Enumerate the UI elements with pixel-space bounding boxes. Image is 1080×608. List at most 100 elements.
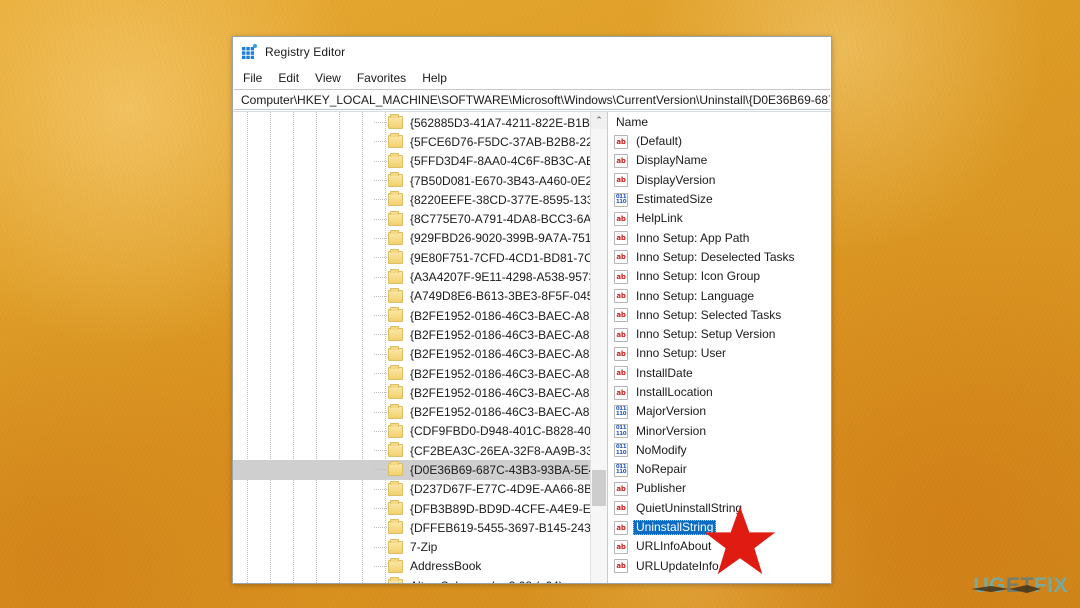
menu-file[interactable]: File [243, 69, 270, 87]
tree-item[interactable]: Altap Salamander 3.08 (x64) [233, 576, 607, 583]
value-row[interactable]: 011 110 MinorVersion [608, 421, 831, 440]
value-row[interactable]: ab DisplayName [608, 151, 831, 170]
tree-item[interactable]: {B2FE1952-0186-46C3-BAEC-A80 [233, 325, 607, 344]
tree-item[interactable]: {B2FE1952-0186-46C3-BAEC-A80 [233, 345, 607, 364]
tree-item[interactable]: {A749D8E6-B613-3BE3-8F5F-0450 [233, 287, 607, 306]
value-row[interactable]: ab (Default) [608, 132, 831, 151]
string-value-icon: ab [614, 173, 628, 188]
menu-favorites[interactable]: Favorites [357, 69, 414, 87]
tree-item[interactable]: {5FCE6D76-F5DC-37AB-B2B8-22/ [233, 132, 607, 151]
registry-values-pane[interactable]: Name ab (Default) ab DisplayName ab DisplayVe… [608, 112, 831, 583]
folder-icon [388, 268, 403, 284]
value-name-label: MajorVersion [636, 404, 707, 419]
menu-edit[interactable]: Edit [278, 69, 307, 87]
tree-connector-line [374, 373, 387, 374]
scroll-up-arrow-icon[interactable]: ⌃ [591, 112, 607, 129]
tree-vertical-scrollbar[interactable]: ⌃ [590, 112, 607, 583]
folder-icon [388, 384, 403, 400]
window-title: Registry Editor [265, 45, 346, 59]
tree-connector-line [374, 469, 387, 471]
tree-item[interactable]: {CF2BEA3C-26EA-32F8-AA9B-33 [233, 441, 607, 460]
watermark-part-g: G [989, 574, 1006, 597]
value-row[interactable]: ab Inno Setup: Language [608, 286, 831, 305]
tree-connector-line [374, 180, 387, 182]
value-row[interactable]: 011 110 EstimatedSize [608, 190, 831, 209]
value-name-label: InstallLocation [636, 385, 713, 399]
value-row[interactable]: 011 110 NoModify [608, 441, 831, 460]
value-row[interactable]: ab Publisher [608, 479, 831, 498]
registry-path-bar[interactable]: Computer\HKEY_LOCAL_MACHINE\SOFTWARE\Mic… [234, 89, 830, 110]
string-value-icon: ab [614, 520, 628, 535]
value-row[interactable]: 011 110 NoRepair [608, 460, 831, 479]
folder-icon [388, 229, 403, 245]
tree-item-label: {5FFD3D4F-8AA0-4C6F-8B3C-AB [410, 154, 595, 169]
value-row[interactable]: 011 110 MajorVersion [608, 402, 831, 421]
folder-icon [388, 480, 403, 496]
value-row[interactable]: ab QuietUninstallString [608, 499, 831, 518]
value-row[interactable]: ab Inno Setup: Selected Tasks [608, 306, 831, 325]
tree-item[interactable]: {8220EEFE-38CD-377E-8595-1339 [233, 190, 607, 209]
registry-editor-window: Registry Editor File Edit View Favorites… [232, 36, 832, 584]
tree-connector-line [374, 411, 387, 413]
value-row[interactable]: ab Inno Setup: Setup Version [608, 325, 831, 344]
string-value-icon: ab [614, 231, 628, 246]
scrollbar-thumb[interactable] [592, 470, 606, 506]
value-row[interactable]: ab Inno Setup: App Path [608, 228, 831, 247]
tree-item[interactable]: {D0E36B69-687C-43B3-93BA-5E4 [233, 460, 607, 480]
tree-connector-line [374, 122, 387, 124]
tree-item[interactable]: {B2FE1952-0186-46C3-BAEC-A80 [233, 402, 607, 421]
folder-icon [388, 152, 403, 168]
tree-connector-line [374, 141, 387, 143]
value-row[interactable]: ab URLUpdateInfo [608, 557, 831, 576]
tree-item[interactable]: AddressBook [233, 557, 607, 576]
value-row[interactable]: ab InstallLocation [608, 383, 831, 402]
tree-item[interactable]: {A3A4207F-9E11-4298-A538-9573 [233, 267, 607, 286]
tree-item[interactable]: {B2FE1952-0186-46C3-BAEC-A80 [233, 306, 607, 325]
value-row[interactable]: ab UninstallString [608, 518, 831, 537]
tree-connector-line [374, 430, 387, 432]
values-column-header[interactable]: Name [608, 112, 831, 132]
watermark-part-t: T [1020, 574, 1034, 597]
tree-item[interactable]: {CDF9FBD0-D948-401C-B828-40[ [233, 422, 607, 441]
value-row[interactable]: ab Inno Setup: Icon Group [608, 267, 831, 286]
column-header-name: Name [616, 115, 649, 129]
tree-item[interactable]: {DFB3B89D-BD9D-4CFE-A4E9-E6 [233, 499, 607, 518]
tree-item[interactable]: {8C775E70-A791-4DA8-BCC3-6A [233, 209, 607, 228]
value-row[interactable]: ab HelpLink [608, 209, 831, 228]
tree-item[interactable]: 7-Zip [233, 538, 607, 557]
dword-value-icon: 011 110 [614, 404, 628, 419]
tree-item[interactable]: {9E80F751-7CFD-4CD1-BD81-7C4 [233, 248, 607, 267]
ugetfix-watermark: U G E T FIX [971, 574, 1068, 598]
tree-item[interactable]: {562885D3-41A7-4211-822E-B1B1 [233, 113, 607, 132]
value-name-label: Publisher [636, 481, 687, 496]
folder-icon [388, 345, 403, 361]
tree-item[interactable]: {D237D67F-E77C-4D9E-AA66-8B [233, 480, 607, 499]
tree-connector-line [374, 392, 387, 394]
tree-connector-line [374, 488, 387, 490]
tree-item[interactable]: {929FBD26-9020-399B-9A7A-751I [233, 229, 607, 248]
tree-item[interactable]: {5FFD3D4F-8AA0-4C6F-8B3C-AB [233, 152, 607, 171]
value-name-label: DisplayName [636, 153, 708, 168]
value-row[interactable]: ab Inno Setup: Deselected Tasks [608, 248, 831, 267]
value-name-label: HelpLink [636, 211, 683, 226]
tree-item[interactable]: {B2FE1952-0186-46C3-BAEC-A80 [233, 383, 607, 402]
registry-editor-icon [241, 44, 257, 60]
value-name-label: Inno Setup: Setup Version [636, 327, 776, 342]
watermark-part-fix: FIX [1033, 574, 1068, 597]
menu-view[interactable]: View [315, 69, 349, 87]
string-value-icon: ab [614, 134, 628, 149]
string-value-icon: ab [614, 250, 628, 265]
dword-value-icon: 011 110 [614, 192, 628, 207]
tree-item[interactable]: {DFFEB619-5455-3697-B145-243D [233, 518, 607, 537]
value-row[interactable]: ab DisplayVersion [608, 171, 831, 190]
value-name-label: NoModify [636, 442, 687, 457]
tree-item-label: {A3A4207F-9E11-4298-A538-9573 [410, 270, 596, 285]
value-row[interactable]: ab Inno Setup: User [608, 344, 831, 363]
value-row[interactable]: ab URLInfoAbout [608, 537, 831, 556]
tree-item[interactable]: {B2FE1952-0186-46C3-BAEC-A80 [233, 364, 607, 383]
menu-help[interactable]: Help [422, 69, 455, 87]
registry-tree-pane[interactable]: {562885D3-41A7-4211-822E-B1B1 {5FCE6D76-F… [233, 112, 608, 583]
folder-icon [388, 172, 403, 188]
tree-item[interactable]: {7B50D081-E670-3B43-A460-0E2( [233, 171, 607, 190]
value-row[interactable]: ab InstallDate [608, 364, 831, 383]
